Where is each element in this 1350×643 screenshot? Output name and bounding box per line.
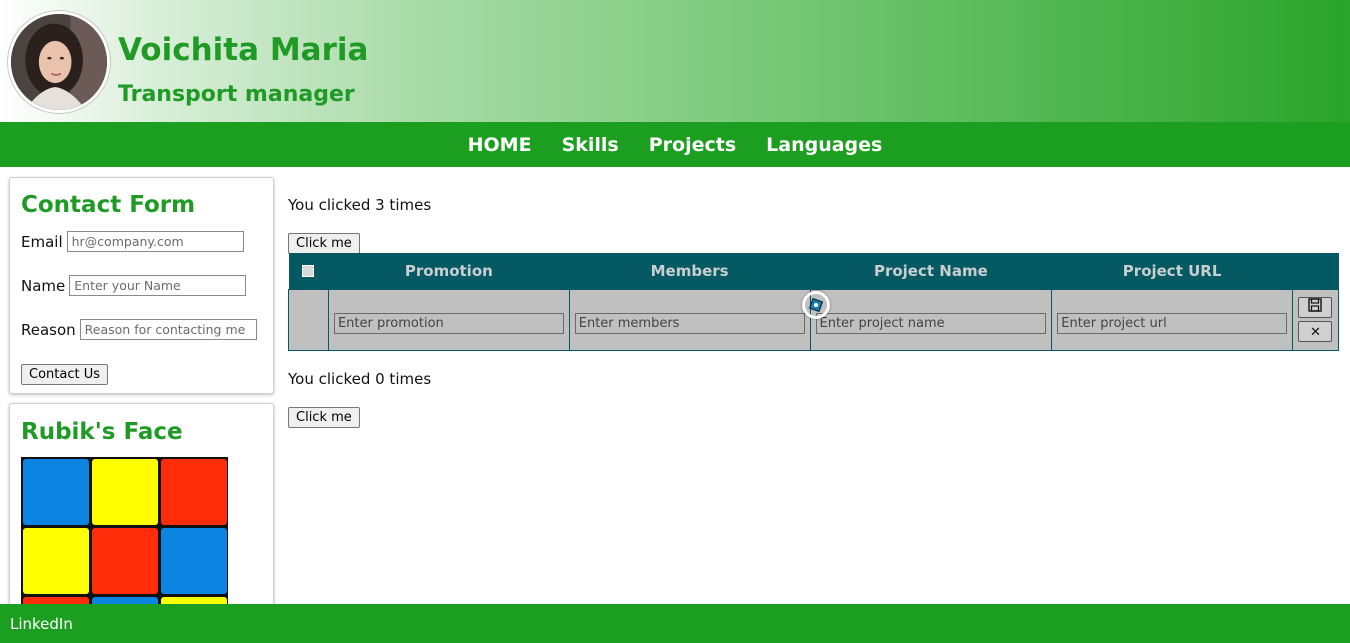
reason-field[interactable] [79,319,257,340]
header-promotion: Promotion [328,253,570,289]
promotion-input[interactable] [333,313,564,334]
contact-us-button[interactable]: Contact Us [21,364,108,385]
email-row: Email [21,231,244,252]
page-footer: LinkedIn [0,604,1350,643]
name-field[interactable] [69,275,247,296]
project-name-cell [809,288,1053,351]
members-cell [568,288,811,351]
rubik-tile-5[interactable] [92,528,158,594]
main-nav: HOME Skills Projects Languages [0,122,1350,167]
promotion-cell [327,288,570,351]
select-all-header [288,253,329,289]
email-label: Email [21,232,63,251]
header-actions [1292,253,1339,289]
project-url-input[interactable] [1057,313,1287,334]
click-counter-text-2: You clicked 0 times [288,370,432,388]
save-icon [1308,298,1323,312]
select-all-checkbox[interactable] [302,265,315,278]
cursor-indicator-icon [802,291,830,319]
rubik-tile-6[interactable] [161,528,227,594]
project-name-input[interactable] [815,313,1047,334]
table-header-row: Promotion Members Project Name Project U… [288,253,1339,289]
rubik-face-title: Rubik's Face [21,419,183,445]
header-members: Members [569,253,810,289]
members-input[interactable] [574,313,805,334]
reason-row: Reason [21,319,257,340]
close-icon: ✕ [1310,324,1321,339]
linkedin-link[interactable]: LinkedIn [10,615,73,633]
rubik-tile-4[interactable] [23,528,89,594]
rubik-face-card: Rubik's Face [9,403,274,633]
click-me-button-2[interactable]: Click me [288,407,360,428]
cancel-button[interactable]: ✕ [1298,321,1333,342]
header-project-url: Project URL [1051,253,1293,289]
save-button[interactable] [1298,297,1333,318]
name-row: Name [21,275,247,296]
project-url-cell [1051,288,1293,351]
profile-role: Transport manager [118,82,355,107]
rubik-tile-1[interactable] [23,459,89,525]
click-counter-text: You clicked 3 times [288,196,432,214]
profile-name: Voichita Maria [118,32,369,68]
nav-languages[interactable]: Languages [766,134,882,156]
reason-label: Reason [21,320,76,339]
nav-home[interactable]: HOME [468,134,532,156]
nav-projects[interactable]: Projects [649,134,736,156]
rubik-tile-3[interactable] [161,459,227,525]
row-select-cell [288,288,329,351]
name-label: Name [21,276,66,295]
page-header: Voichita Maria Transport manager [0,0,1350,122]
contact-form-title: Contact Form [21,192,196,218]
avatar-photo [11,14,107,110]
click-me-button[interactable]: Click me [288,233,360,254]
nav-skills[interactable]: Skills [562,134,619,156]
actions-cell: ✕ [1291,288,1340,351]
contact-form-card: Contact Form Email Name Reason Contact U… [9,177,274,394]
rubik-tile-2[interactable] [92,459,158,525]
avatar [8,11,110,113]
email-field[interactable] [66,231,244,252]
header-project-name: Project Name [810,253,1052,289]
